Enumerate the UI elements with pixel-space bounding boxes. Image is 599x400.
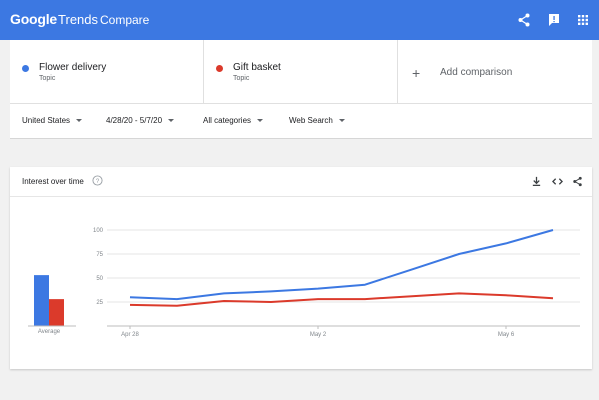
date-range-dropdown[interactable]: 4/28/20 - 5/7/20 bbox=[106, 116, 175, 125]
y-tick-label: 25 bbox=[96, 300, 103, 306]
page-title: Compare bbox=[100, 13, 150, 27]
term-color-dot bbox=[22, 65, 29, 72]
average-label: Average bbox=[38, 329, 61, 335]
interest-over-time-card: Interest over time ? 25 50 75 100 Apr 28 May … bbox=[10, 167, 592, 369]
y-tick-label: 50 bbox=[96, 276, 103, 282]
x-tick-label: May 2 bbox=[310, 332, 327, 338]
x-tick-label: Apr 28 bbox=[121, 332, 139, 338]
caret-down-icon bbox=[168, 119, 175, 123]
add-comparison-label: Add comparison bbox=[440, 67, 513, 78]
x-tick-label: May 6 bbox=[498, 332, 515, 338]
average-bar bbox=[34, 275, 49, 326]
term-card-1[interactable]: Flower delivery Topic bbox=[10, 40, 203, 104]
term-card-2[interactable]: Gift basket Topic bbox=[204, 40, 397, 104]
region-dropdown[interactable]: United States bbox=[22, 116, 83, 125]
term-name: Gift basket bbox=[233, 62, 281, 73]
term-type: Topic bbox=[39, 75, 56, 82]
top-app-bar: GoogleTrends Compare bbox=[0, 0, 599, 40]
logo-trends-text: Trends bbox=[58, 12, 99, 27]
feedback-icon[interactable] bbox=[546, 12, 562, 28]
caret-down-icon bbox=[257, 119, 264, 123]
category-dropdown[interactable]: All categories bbox=[203, 116, 264, 125]
search-type-dropdown[interactable]: Web Search bbox=[289, 116, 345, 125]
share-icon[interactable] bbox=[516, 12, 532, 28]
category-value: All categories bbox=[203, 116, 252, 125]
y-tick-label: 75 bbox=[96, 252, 103, 258]
logo-google-text: Google bbox=[10, 11, 58, 27]
term-type: Topic bbox=[233, 75, 250, 82]
region-value: United States bbox=[22, 116, 71, 125]
plus-icon: + bbox=[412, 65, 421, 81]
google-trends-logo[interactable]: GoogleTrends bbox=[10, 11, 98, 27]
y-tick-label: 100 bbox=[93, 228, 104, 234]
term-color-dot bbox=[216, 65, 223, 72]
search-type-value: Web Search bbox=[289, 116, 333, 125]
add-comparison-button[interactable]: + Add comparison bbox=[398, 40, 592, 104]
apps-grid-icon[interactable] bbox=[575, 12, 591, 28]
caret-down-icon bbox=[76, 119, 83, 123]
interest-chart: 25 50 75 100 Apr 28 May 2 May 6 Average bbox=[28, 228, 580, 338]
series-line-gift-basket bbox=[129, 292, 554, 307]
caret-down-icon bbox=[338, 119, 345, 123]
filters-bar: United States 4/28/20 - 5/7/20 All categ… bbox=[10, 104, 592, 139]
series-line-flower-delivery bbox=[129, 229, 554, 301]
compare-terms-bar: Flower delivery Topic Gift basket Topic … bbox=[10, 40, 592, 104]
average-bar bbox=[49, 299, 64, 326]
term-name: Flower delivery bbox=[39, 62, 107, 73]
date-range-value: 4/28/20 - 5/7/20 bbox=[106, 116, 163, 125]
